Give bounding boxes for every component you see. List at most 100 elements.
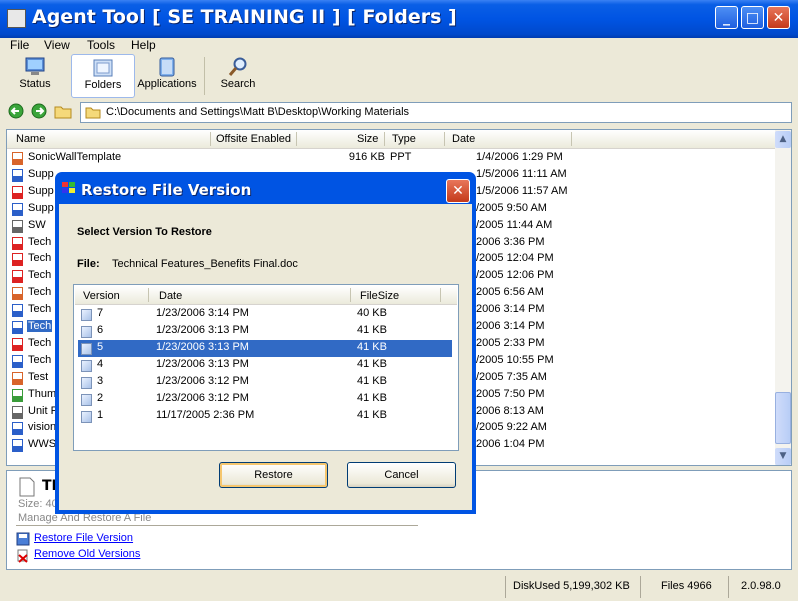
file-name: Tech — [28, 336, 52, 349]
version-size: 41 KB — [357, 409, 387, 421]
applications-button[interactable]: Applications — [136, 54, 198, 98]
version-row[interactable]: 4 1/23/2006 3:13 PM 41 KB — [78, 357, 452, 374]
menu-file[interactable]: File — [10, 38, 29, 52]
column-type[interactable]: Type — [392, 133, 416, 145]
column-separator — [444, 132, 445, 146]
menu-bar — [0, 38, 798, 54]
status-separator — [640, 576, 641, 598]
version-row[interactable]: 7 1/23/2006 3:14 PM 40 KB — [78, 306, 452, 323]
file-count: Files 4966 — [661, 580, 712, 592]
scroll-thumb[interactable] — [775, 392, 791, 444]
file-name: Tech — [28, 286, 52, 299]
file-name: SW — [28, 218, 46, 231]
version-number: 4 — [97, 358, 104, 370]
version-list-header — [75, 286, 457, 305]
restore-button[interactable]: Restore — [219, 462, 328, 488]
version-row[interactable]: 2 1/23/2006 3:12 PM 41 KB — [78, 391, 452, 408]
restore-file-version-link[interactable]: Restore File Version — [34, 532, 133, 544]
doc-file-icon — [12, 422, 23, 436]
close-button[interactable]: ✕ — [767, 6, 790, 29]
file-name: Supp — [28, 184, 54, 197]
status-separator — [728, 576, 729, 598]
version-number: 6 — [97, 324, 104, 336]
app-version: 2.0.98.0 — [741, 580, 781, 592]
version-file-icon — [81, 377, 92, 389]
column-date[interactable]: Date — [452, 133, 475, 145]
scroll-down-icon[interactable]: ▼ — [775, 448, 791, 465]
column-offsite[interactable]: Offsite Enabled — [216, 133, 291, 145]
version-file-icon — [81, 360, 92, 372]
version-row[interactable]: 1 11/17/2005 2:36 PM 41 KB — [78, 408, 452, 425]
column-version[interactable]: Version — [83, 290, 120, 302]
version-row[interactable]: 6 1/23/2006 3:13 PM 41 KB — [78, 323, 452, 340]
version-number: 5 — [97, 341, 104, 353]
version-date: 1/23/2006 3:14 PM — [156, 307, 249, 319]
file-row[interactable]: SonicWallTemplate 916 KB PPT 1/4/2006 1:29 … — [10, 150, 770, 167]
cancel-button[interactable]: Cancel — [347, 462, 456, 488]
folders-label: Folders — [84, 79, 122, 91]
folder-icon — [85, 107, 101, 119]
version-number: 1 — [97, 409, 104, 421]
doc-file-icon — [12, 202, 23, 216]
vertical-scrollbar[interactable]: ▲ ▼ — [775, 130, 791, 465]
file-name: Tech — [27, 320, 53, 332]
file-date: /2005 10:55 PM — [476, 353, 554, 366]
ppt-file-icon — [12, 287, 23, 301]
column-name[interactable]: Name — [16, 133, 45, 145]
version-row[interactable]: 5 1/23/2006 3:13 PM 41 KB — [78, 340, 452, 357]
applications-icon — [159, 57, 175, 77]
column-separator — [384, 132, 385, 146]
back-icon[interactable] — [8, 103, 24, 119]
version-row[interactable]: 3 1/23/2006 3:12 PM 41 KB — [78, 374, 452, 391]
status-button[interactable]: Status — [12, 54, 58, 98]
dialog-close-button[interactable]: ✕ — [446, 179, 470, 203]
ppt-file-icon — [12, 371, 23, 385]
pdf-file-icon — [12, 270, 23, 284]
doc-file-icon — [12, 168, 23, 182]
version-number: 7 — [97, 307, 104, 319]
file-name: vision — [28, 421, 57, 434]
file-date: 2006 3:14 PM — [476, 303, 545, 316]
applications-label: Applications — [137, 78, 197, 90]
forward-icon[interactable] — [31, 103, 47, 119]
column-filesize[interactable]: FileSize — [360, 290, 399, 302]
dialog-heading: Select Version To Restore — [77, 226, 212, 238]
file-date: 2006 3:14 PM — [476, 320, 545, 332]
version-file-icon — [81, 309, 92, 321]
version-file-icon — [81, 411, 92, 423]
file-date: /2005 11:44 AM — [476, 218, 553, 231]
menu-help[interactable]: Help — [131, 38, 156, 52]
column-date[interactable]: Date — [159, 290, 182, 302]
column-separator — [440, 288, 441, 302]
remove-old-versions-link[interactable]: Remove Old Versions — [34, 548, 140, 560]
address-path: C:\Documents and Settings\Matt B\Desktop… — [106, 106, 410, 118]
folder-up-icon[interactable] — [54, 103, 72, 119]
scroll-up-icon[interactable]: ▲ — [775, 131, 791, 148]
file-date: /2005 12:06 PM — [476, 269, 554, 282]
pdf-file-icon — [12, 337, 23, 351]
menu-view[interactable]: View — [44, 38, 70, 52]
file-name: SonicWallTemplate — [28, 151, 122, 163]
file-name: Supp — [28, 167, 54, 180]
version-date: 11/17/2005 2:36 PM — [156, 409, 255, 421]
maximize-button[interactable]: □ — [741, 6, 764, 29]
details-size: Size: 40 — [18, 498, 58, 510]
version-file-icon — [81, 343, 92, 355]
file-date: /2005 12:04 PM — [476, 252, 554, 265]
file-name: Tech — [28, 353, 52, 366]
version-size: 41 KB — [357, 341, 387, 353]
folders-button[interactable]: Folders — [71, 54, 135, 98]
toolbar-separator — [204, 57, 205, 95]
document-icon — [19, 477, 35, 497]
file-date: 2005 7:50 PM — [476, 387, 545, 400]
menu-tools[interactable]: Tools — [87, 38, 115, 52]
search-button[interactable]: Search — [214, 54, 262, 98]
minimize-button[interactable]: _ — [715, 6, 738, 29]
version-size: 41 KB — [357, 358, 387, 370]
search-icon — [228, 57, 247, 76]
column-size[interactable]: Size — [357, 133, 378, 145]
file-name: Supp — [28, 201, 54, 214]
file-name: Technical Features_Benefits Final.doc — [112, 258, 298, 270]
version-date: 1/23/2006 3:13 PM — [156, 341, 249, 353]
dialog-title: Restore File Version — [81, 181, 252, 199]
